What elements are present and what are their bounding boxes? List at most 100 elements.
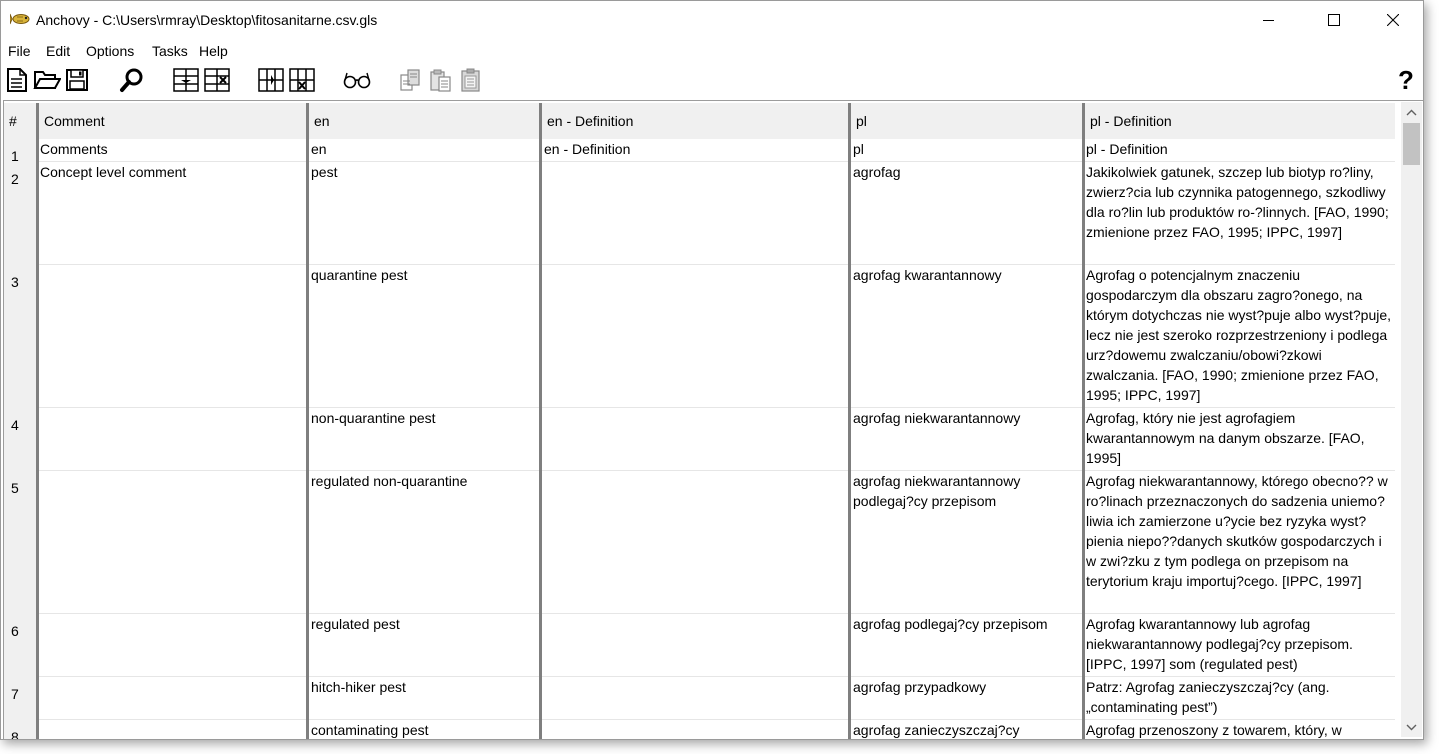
row-number[interactable]: 1 bbox=[4, 139, 36, 164]
grid-cell[interactable]: hitch-hiker pest bbox=[311, 677, 537, 697]
delete-row-button[interactable] bbox=[204, 65, 232, 95]
grid-cell[interactable]: en - Definition bbox=[544, 139, 846, 159]
window-title: Anchovy - C:\Users\rmray\Desktop\fitosan… bbox=[36, 12, 378, 28]
column-separator[interactable] bbox=[539, 103, 542, 739]
maximize-button[interactable] bbox=[1311, 1, 1357, 39]
column-header-label: en bbox=[314, 113, 330, 129]
grid-cell[interactable]: contaminating pest bbox=[311, 720, 537, 739]
open-folder-icon bbox=[33, 71, 61, 89]
open-button[interactable] bbox=[33, 65, 61, 95]
grid-cell[interactable]: agrofag zanieczyszczaj?cy bbox=[853, 720, 1080, 739]
scroll-up-button[interactable] bbox=[1401, 102, 1422, 122]
paste-icon bbox=[430, 69, 451, 92]
menu-options[interactable]: Options bbox=[86, 43, 134, 59]
grid-cell[interactable]: regulated pest bbox=[311, 614, 537, 634]
grid-cell[interactable]: agrofag niekwarantannowy bbox=[853, 408, 1080, 428]
save-button[interactable] bbox=[64, 65, 90, 95]
grid-cell[interactable]: quarantine pest bbox=[311, 265, 537, 285]
preview-button[interactable] bbox=[343, 65, 371, 95]
rownum-header: # bbox=[4, 103, 36, 139]
row-number[interactable]: 8 bbox=[4, 719, 36, 739]
row-number-label: 2 bbox=[11, 171, 19, 187]
column-header-en[interactable]: en bbox=[309, 103, 539, 139]
row-number-label: 3 bbox=[11, 274, 19, 290]
menu-bar: File Edit Options Tasks Help bbox=[1, 40, 1423, 62]
row-number[interactable]: 6 bbox=[4, 613, 36, 676]
row-number-label: 4 bbox=[11, 417, 19, 433]
column-header-label: pl bbox=[856, 113, 867, 129]
column-separator[interactable] bbox=[306, 103, 309, 739]
grid-cell[interactable]: agrofag podlegaj?cy przepisom bbox=[853, 614, 1080, 634]
grid-cell[interactable]: agrofag bbox=[853, 162, 1080, 182]
grid-cell[interactable]: non-quarantine pest bbox=[311, 408, 537, 428]
save-icon bbox=[66, 69, 88, 91]
row-number[interactable]: 2 bbox=[4, 161, 36, 264]
new-document-icon bbox=[7, 68, 27, 92]
row-number[interactable]: 3 bbox=[4, 264, 36, 407]
vertical-scrollbar[interactable] bbox=[1401, 102, 1422, 737]
new-document-button[interactable] bbox=[5, 65, 29, 95]
delete-row-icon bbox=[204, 68, 230, 92]
grid-cell[interactable]: regulated non-quarantine bbox=[311, 471, 537, 491]
column-separator[interactable] bbox=[1082, 103, 1085, 739]
row-number-label: 5 bbox=[11, 480, 19, 496]
title-bar: Anchovy - C:\Users\rmray\Desktop\fitosan… bbox=[1, 1, 1423, 39]
anchovy-fish-icon bbox=[9, 12, 32, 26]
grid-cell[interactable]: agrofag niekwarantannowy podlegaj?cy prz… bbox=[853, 471, 1063, 511]
grid-cell[interactable]: Agrofag o potencjalnym znaczeniu gospoda… bbox=[1086, 265, 1394, 406]
insert-row-icon bbox=[173, 68, 199, 92]
minimize-button[interactable] bbox=[1246, 1, 1292, 39]
row-number[interactable]: 7 bbox=[4, 676, 36, 719]
row-number-label: 6 bbox=[11, 623, 19, 639]
copy-icon bbox=[400, 69, 420, 91]
insert-column-button[interactable] bbox=[258, 65, 286, 95]
insert-column-icon bbox=[258, 68, 284, 92]
column-separator[interactable] bbox=[848, 103, 851, 739]
column-header-label: pl - Definition bbox=[1090, 113, 1172, 129]
scroll-thumb[interactable] bbox=[1403, 123, 1420, 165]
grid-cell[interactable]: agrofag kwarantannowy bbox=[853, 265, 1080, 285]
menu-help[interactable]: Help bbox=[199, 43, 228, 59]
menu-file[interactable]: File bbox=[8, 43, 31, 59]
column-header-en-definition[interactable]: en - Definition bbox=[542, 103, 848, 139]
grid-cell[interactable]: Concept level comment bbox=[40, 162, 304, 182]
maximize-icon bbox=[1328, 14, 1340, 26]
close-icon bbox=[1387, 14, 1399, 26]
grid-cell[interactable]: Jakikolwiek gatunek, szczep lub biotyp r… bbox=[1086, 162, 1394, 263]
glasses-icon bbox=[343, 72, 371, 89]
column-separator[interactable] bbox=[36, 103, 39, 739]
row-number[interactable]: 4 bbox=[4, 407, 36, 470]
grid-cell[interactable] bbox=[40, 720, 304, 739]
grid-cell[interactable]: Agrofag przenoszony z towarem, który, w bbox=[1086, 720, 1394, 739]
column-header-comment[interactable]: Comment bbox=[39, 103, 306, 139]
copy-button[interactable] bbox=[398, 65, 424, 95]
grid-cell[interactable]: pl - Definition bbox=[1086, 139, 1394, 159]
insert-row-button[interactable] bbox=[173, 65, 201, 95]
row-number-label: 8 bbox=[11, 729, 19, 739]
menu-tasks[interactable]: Tasks bbox=[152, 43, 188, 59]
grid-cell[interactable]: Agrofag niekwarantannowy, którego obecno… bbox=[1086, 471, 1394, 612]
grid-cell[interactable]: pest bbox=[311, 162, 537, 182]
clipboard-button[interactable] bbox=[458, 65, 484, 95]
close-button[interactable] bbox=[1370, 1, 1416, 39]
column-header-label: Comment bbox=[44, 113, 105, 129]
column-header-pl[interactable]: pl bbox=[851, 103, 1082, 139]
grid-cell[interactable]: Patrz: Agrofag zanieczyszczaj?cy (ang. „… bbox=[1086, 677, 1394, 718]
search-icon bbox=[120, 68, 143, 92]
search-button[interactable] bbox=[118, 65, 146, 95]
rownum-header-label: # bbox=[9, 113, 17, 129]
paste-button[interactable] bbox=[428, 65, 454, 95]
grid-cell[interactable]: Agrofag, który nie jest agrofagiem kwara… bbox=[1086, 408, 1394, 469]
grid-cell[interactable]: en bbox=[311, 139, 537, 159]
row-number[interactable]: 5 bbox=[4, 470, 36, 613]
scroll-down-button[interactable] bbox=[1401, 717, 1422, 737]
grid-cell[interactable]: agrofag przypadkowy bbox=[853, 677, 1080, 697]
grid-cell[interactable]: Comments bbox=[40, 139, 304, 159]
column-header-pl-definition[interactable]: pl - Definition bbox=[1085, 103, 1395, 139]
grid-cell[interactable] bbox=[544, 720, 846, 739]
grid-cell[interactable]: Agrofag kwarantannowy lub agrofag niekwa… bbox=[1086, 614, 1394, 675]
grid-cell[interactable]: pl bbox=[853, 139, 1080, 159]
delete-column-button[interactable] bbox=[289, 65, 317, 95]
help-button[interactable]: ? bbox=[1394, 65, 1418, 95]
menu-edit[interactable]: Edit bbox=[46, 43, 70, 59]
